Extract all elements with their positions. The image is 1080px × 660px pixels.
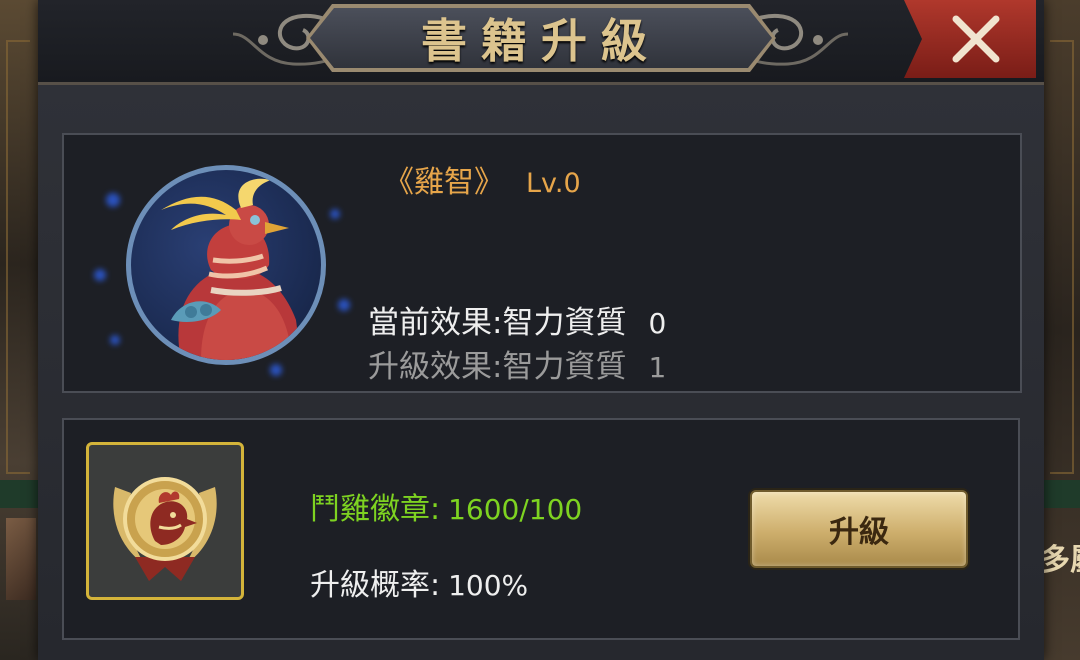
close-button[interactable] [904, 0, 1036, 78]
upgrade-panel: 鬥雞徽章: 1600/100 升級概率: 100% 升級 [62, 418, 1020, 640]
dialog-title: 書籍升級 [421, 14, 661, 68]
rooster-badge-icon [113, 477, 217, 581]
current-effect-label: 當前效果: [368, 305, 503, 341]
current-effect-attr: 智力資質 [502, 305, 627, 341]
dialog-content: 《雞智》 Lv.0 當前效果:智力資質 0 升級效果:智力資質 1 鬥雞徽章: … [38, 85, 1044, 660]
title-plate: 書籍升級 [310, 8, 772, 68]
upgrade-button-label: 升級 [829, 515, 889, 550]
background-bar-left [0, 480, 40, 508]
background-text: 多屬 [1040, 543, 1080, 578]
background-portrait [6, 518, 36, 600]
rate-value: 100% [448, 569, 529, 602]
material-item-slot[interactable] [86, 442, 244, 600]
next-effect-attr: 智力資質 [502, 349, 627, 385]
next-effect-label: 升級效果: [368, 349, 503, 385]
book-upgrade-dialog: 書籍升級 《雞智》 Lv.0 當前效果:智力資質 0 升級效果:智力資質 1 鬥… [38, 0, 1044, 660]
rate-label: 升級概率: [310, 568, 441, 603]
upgrade-button[interactable]: 升級 [750, 490, 968, 568]
current-effect: 當前效果:智力資質 0 [368, 297, 666, 342]
next-effect: 升級效果:智力資質 1 [368, 341, 666, 386]
material-amount: 1600/100 [448, 493, 583, 526]
background-frame-left [6, 40, 30, 474]
close-x-icon [952, 15, 1000, 63]
title-bar: 書籍升級 [38, 0, 1044, 85]
book-name: 《雞智》 [384, 165, 504, 200]
next-effect-value: 1 [648, 351, 667, 384]
golden-pheasant-portrait-icon [126, 165, 326, 365]
book-portrait-frame [94, 159, 350, 376]
current-effect-value: 0 [648, 307, 667, 340]
book-title: 《雞智》 Lv.0 [384, 157, 581, 201]
material-label: 鬥雞徽章: [310, 492, 441, 527]
background-bar-right [1040, 480, 1080, 508]
background-frame-right [1050, 40, 1074, 474]
book-level: Lv.0 [526, 168, 581, 199]
material-requirement: 鬥雞徽章: 1600/100 [310, 484, 582, 528]
upgrade-rate: 升級概率: 100% [310, 560, 528, 604]
book-info-panel: 《雞智》 Lv.0 當前效果:智力資質 0 升級效果:智力資質 1 [62, 133, 1022, 393]
